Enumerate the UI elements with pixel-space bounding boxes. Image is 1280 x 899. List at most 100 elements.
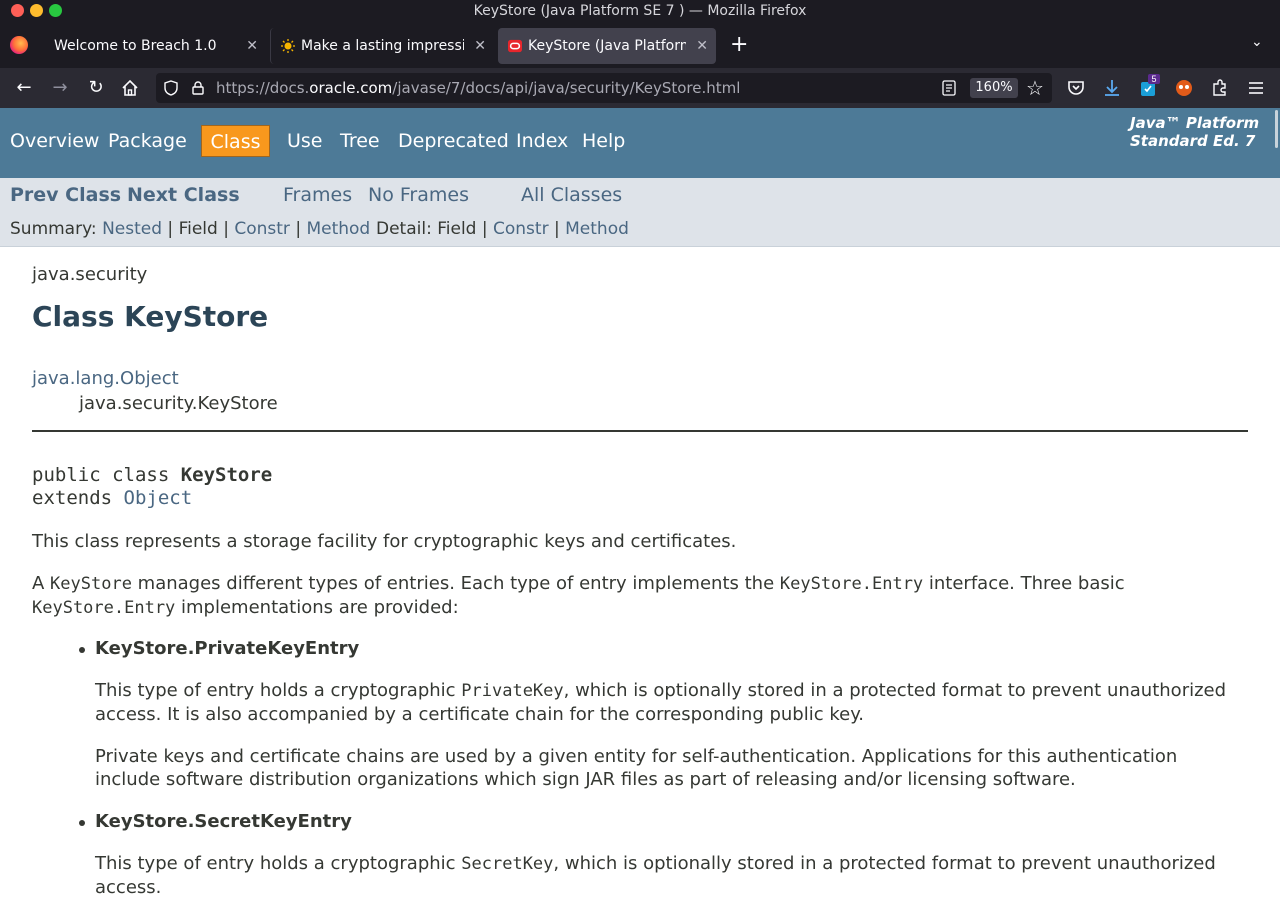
tab-label: KeyStore (Java Platform SE 7 ) xyxy=(528,38,686,54)
tab-make-a-lasting-impression[interactable]: Make a lasting impression ✕ xyxy=(270,28,494,64)
page-scrollbar[interactable] xyxy=(1275,110,1278,148)
lock-icon[interactable] xyxy=(192,81,204,95)
url-path: /javase/7/docs/api/java/security/KeyStor… xyxy=(392,79,741,97)
window-maximize-button[interactable] xyxy=(49,4,62,17)
tracking-protection-shield-icon[interactable] xyxy=(164,80,178,96)
platform-line2: Standard Ed. 7 xyxy=(1130,132,1256,150)
detail-method-link[interactable]: Method xyxy=(565,219,629,239)
nav-package-link[interactable]: Package xyxy=(108,130,187,152)
sig-prefix: public class xyxy=(32,464,181,486)
new-tab-plus-icon[interactable]: + xyxy=(730,28,748,62)
code-private-key: PrivateKey xyxy=(461,681,564,701)
summary-row: Summary: Nested | Field | Constr | Metho… xyxy=(10,219,370,239)
home-icon[interactable] xyxy=(120,78,140,98)
sig-extends: extends xyxy=(32,487,124,509)
text: manages different types of entries. Each… xyxy=(131,573,780,594)
window-title: KeyStore (Java Platform SE 7 ) — Mozilla… xyxy=(473,3,807,19)
tab-close-icon[interactable]: ✕ xyxy=(246,28,258,64)
forward-arrow-icon[interactable]: → xyxy=(48,76,72,100)
reader-view-icon[interactable] xyxy=(942,80,956,96)
platform-line1: Java™ Platform xyxy=(1130,114,1260,132)
entry-secret-key-para1: This type of entry holds a cryptographic… xyxy=(95,852,1248,899)
hamburger-menu-icon[interactable] xyxy=(1246,78,1266,98)
window-minimize-button[interactable] xyxy=(30,4,43,17)
entry-private-key-para1: This type of entry holds a cryptographic… xyxy=(95,679,1248,726)
separator: | xyxy=(481,219,488,239)
summary-constr-link[interactable]: Constr xyxy=(234,219,290,239)
extensions-puzzle-icon[interactable] xyxy=(1210,78,1230,98)
extension-mask-icon[interactable] xyxy=(1174,78,1194,98)
code-keystore: KeyStore xyxy=(50,574,132,594)
class-signature: public class KeyStore extends Object xyxy=(32,464,272,510)
nav-tree-link[interactable]: Tree xyxy=(340,130,380,152)
separator: | xyxy=(167,219,174,239)
window-close-button[interactable] xyxy=(11,4,24,17)
doc-sub-nav: Prev Class Next Class Frames No Frames A… xyxy=(0,178,1280,247)
tab-welcome-to-breach[interactable]: Welcome to Breach 1.0 ✕ xyxy=(40,28,266,64)
class-description: This class represents a storage facility… xyxy=(32,531,737,552)
reload-icon[interactable]: ↻ xyxy=(84,76,108,100)
nav-index-link[interactable]: Index xyxy=(516,130,568,152)
pocket-icon[interactable] xyxy=(1066,78,1086,98)
text: A xyxy=(32,573,51,594)
next-class-link[interactable]: Next Class xyxy=(127,184,240,206)
page-title: Class KeyStore xyxy=(32,300,269,333)
text: interface. Three basic xyxy=(923,573,1125,594)
window-titlebar: KeyStore (Java Platform SE 7 ) — Mozilla… xyxy=(0,0,1280,22)
inheritance-child: java.security.KeyStore xyxy=(79,393,278,414)
navigation-toolbar: ← → ↻ https://docs.oracle.com/javase/7/d… xyxy=(0,68,1280,108)
frames-link[interactable]: Frames xyxy=(283,184,352,206)
detail-row: Detail: Field | Constr | Method xyxy=(376,219,629,239)
url-bar[interactable]: https://docs.oracle.com/javase/7/docs/ap… xyxy=(156,73,1052,103)
no-frames-link[interactable]: No Frames xyxy=(368,184,469,206)
detail-field-text: Field xyxy=(437,219,477,239)
oracle-favicon-icon xyxy=(508,39,522,53)
firefox-logo-icon[interactable] xyxy=(10,36,28,54)
prev-class-link[interactable]: Prev Class xyxy=(10,184,121,206)
back-arrow-icon[interactable]: ← xyxy=(12,76,36,100)
nav-help-link[interactable]: Help xyxy=(582,130,625,152)
tab-close-icon[interactable]: ✕ xyxy=(474,28,486,64)
sun-favicon-icon xyxy=(281,39,295,53)
entry-private-key-para2: Private keys and certificate chains are … xyxy=(95,746,1178,790)
tab-label: Make a lasting impression xyxy=(301,38,464,54)
url-domain: oracle.com xyxy=(309,79,393,97)
summary-field-text: Field xyxy=(178,219,218,239)
separator: | xyxy=(295,219,302,239)
nav-class-label: Class xyxy=(210,131,261,153)
nav-deprecated-link[interactable]: Deprecated xyxy=(398,130,509,152)
zoom-level-button[interactable]: 160% xyxy=(970,78,1018,98)
text: This type of entry holds a cryptographic xyxy=(95,853,462,874)
separator: | xyxy=(553,219,560,239)
summary-label: Summary: xyxy=(10,219,97,239)
detail-constr-link[interactable]: Constr xyxy=(493,219,549,239)
package-name: java.security xyxy=(32,264,148,285)
entry-title-private-key: KeyStore.PrivateKeyEntry xyxy=(95,638,360,659)
sig-superclass-link[interactable]: Object xyxy=(124,487,193,509)
url-text[interactable]: https://docs.oracle.com/javase/7/docs/ap… xyxy=(216,73,740,103)
sig-class-name: KeyStore xyxy=(180,464,273,486)
nav-overview-link[interactable]: Overview xyxy=(10,130,99,152)
detail-label: Detail: xyxy=(376,219,432,239)
tab-keystore-active[interactable]: KeyStore (Java Platform SE 7 ) ✕ xyxy=(498,28,716,64)
doc-top-nav: Overview Package Class Use Tree Deprecat… xyxy=(0,108,1280,178)
tab-list-chevron-icon[interactable]: ⌄ xyxy=(1251,34,1263,50)
summary-method-link[interactable]: Method xyxy=(306,219,370,239)
summary-nested-link[interactable]: Nested xyxy=(102,219,162,239)
entry-title-secret-key: KeyStore.SecretKeyEntry xyxy=(95,811,352,832)
bookmark-star-icon[interactable]: ☆ xyxy=(1026,76,1044,100)
bullet-dot xyxy=(79,820,85,826)
url-prefix: https://docs. xyxy=(216,79,310,97)
text: implementations are provided: xyxy=(175,597,459,618)
entries-description: A KeyStore manages different types of en… xyxy=(32,572,1248,620)
extension-badge: 5 xyxy=(1148,74,1160,84)
inheritance-parent-link[interactable]: java.lang.Object xyxy=(32,368,179,389)
nav-use-link[interactable]: Use xyxy=(287,130,323,152)
tab-label: Welcome to Breach 1.0 xyxy=(54,38,217,54)
tab-close-icon[interactable]: ✕ xyxy=(696,28,708,64)
downloads-icon[interactable] xyxy=(1102,78,1122,98)
tab-strip: Welcome to Breach 1.0 ✕ Make a lasting i… xyxy=(0,22,1280,68)
all-classes-link[interactable]: All Classes xyxy=(521,184,622,206)
bullet-dot xyxy=(79,647,85,653)
code-keystore-entry: KeyStore.Entry xyxy=(32,598,176,618)
